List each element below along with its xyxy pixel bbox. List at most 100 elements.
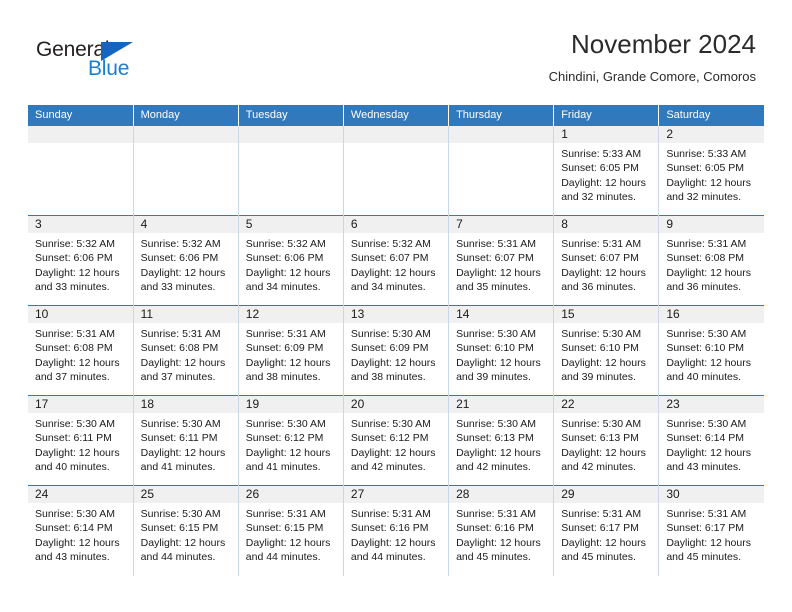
calendar-day-cell[interactable]: 2 Sunrise: 5:33 AM Sunset: 6:05 PM Daylight…: [658, 125, 764, 216]
day-number: 14: [449, 306, 554, 323]
calendar-day-cell-empty[interactable]: [343, 125, 450, 216]
calendar-day-cell[interactable]: 24 Sunrise: 5:30 AM Sunset: 6:14 PM Dayligh…: [28, 485, 134, 576]
day-number: 5: [238, 216, 343, 233]
sunset-text: Sunset: 6:13 PM: [561, 432, 639, 445]
calendar-day-cell-empty[interactable]: [28, 125, 134, 216]
calendar-day-cell[interactable]: 22 Sunrise: 5:30 AM Sunset: 6:13 PM Dayligh…: [553, 395, 660, 486]
calendar-day-cell[interactable]: 8 Sunrise: 5:31 AM Sunset: 6:07 PM Daylight…: [553, 215, 660, 306]
daylight-text: Daylight: 12 hours and 37 minutes.: [140, 356, 226, 383]
calendar-day-cell[interactable]: 16 Sunrise: 5:30 AM Sunset: 6:10 PM Dayligh…: [658, 305, 764, 396]
sunset-text: Sunset: 6:06 PM: [35, 252, 113, 265]
calendar-week-row: 3 Sunrise: 5:32 AM Sunset: 6:06 PM Daylight…: [28, 215, 764, 306]
daylight-text: Daylight: 12 hours and 36 minutes.: [666, 266, 751, 293]
weekday-header-friday: Friday: [553, 105, 660, 126]
daylight-text: Daylight: 12 hours and 35 minutes.: [456, 266, 541, 293]
calendar-day-cell[interactable]: 17 Sunrise: 5:30 AM Sunset: 6:11 PM Dayligh…: [28, 395, 134, 486]
calendar-day-cell[interactable]: 3 Sunrise: 5:32 AM Sunset: 6:06 PM Daylight…: [28, 215, 134, 306]
day-number: 21: [449, 396, 554, 413]
calendar-day-cell[interactable]: 13 Sunrise: 5:30 AM Sunset: 6:09 PM Dayligh…: [343, 305, 450, 396]
calendar-day-cell[interactable]: 7 Sunrise: 5:31 AM Sunset: 6:07 PM Daylight…: [448, 215, 555, 306]
daylight-text: Daylight: 12 hours and 36 minutes.: [561, 266, 646, 293]
day-number: 27: [343, 486, 449, 503]
calendar-day-cell[interactable]: 29 Sunrise: 5:31 AM Sunset: 6:17 PM Dayligh…: [553, 485, 660, 576]
calendar-day-cell[interactable]: 25 Sunrise: 5:30 AM Sunset: 6:15 PM Dayligh…: [133, 485, 239, 576]
day-number: 4: [133, 216, 238, 233]
calendar-day-cell-empty[interactable]: [238, 125, 344, 216]
day-details: Sunrise: 5:30 AM Sunset: 6:10 PM Daylight:…: [554, 323, 658, 384]
calendar-day-cell[interactable]: 12 Sunrise: 5:31 AM Sunset: 6:09 PM Dayligh…: [238, 305, 344, 396]
day-number: [238, 126, 343, 143]
daylight-text: Daylight: 12 hours and 44 minutes.: [350, 536, 436, 563]
daylight-text: Daylight: 12 hours and 38 minutes.: [245, 356, 331, 383]
sunset-text: Sunset: 6:16 PM: [350, 522, 429, 535]
daylight-text: Daylight: 12 hours and 34 minutes.: [350, 266, 436, 293]
day-number: 20: [343, 396, 449, 413]
day-number: 3: [28, 216, 133, 233]
calendar-day-cell-empty[interactable]: [133, 125, 239, 216]
sunrise-text: Sunrise: 5:31 AM: [666, 508, 747, 520]
calendar-day-cell[interactable]: 9 Sunrise: 5:31 AM Sunset: 6:08 PM Daylight…: [658, 215, 764, 306]
daylight-text: Daylight: 12 hours and 32 minutes.: [666, 176, 751, 203]
calendar-day-cell[interactable]: 14 Sunrise: 5:30 AM Sunset: 6:10 PM Dayligh…: [448, 305, 555, 396]
calendar-day-cell[interactable]: 5 Sunrise: 5:32 AM Sunset: 6:06 PM Daylight…: [238, 215, 344, 306]
calendar-day-cell[interactable]: 30 Sunrise: 5:31 AM Sunset: 6:17 PM Dayligh…: [658, 485, 764, 576]
daylight-text: Daylight: 12 hours and 40 minutes.: [35, 446, 120, 473]
daylight-text: Daylight: 12 hours and 41 minutes.: [245, 446, 331, 473]
calendar-day-cell[interactable]: 18 Sunrise: 5:30 AM Sunset: 6:11 PM Dayligh…: [133, 395, 239, 486]
calendar-day-cell[interactable]: 19 Sunrise: 5:30 AM Sunset: 6:12 PM Dayligh…: [238, 395, 344, 486]
calendar-day-cell[interactable]: 6 Sunrise: 5:32 AM Sunset: 6:07 PM Daylight…: [343, 215, 450, 306]
calendar-day-cell[interactable]: 4 Sunrise: 5:32 AM Sunset: 6:06 PM Daylight…: [133, 215, 239, 306]
day-number: 30: [659, 486, 764, 503]
sunrise-text: Sunrise: 5:30 AM: [140, 508, 221, 520]
calendar-day-cell[interactable]: 28 Sunrise: 5:31 AM Sunset: 6:16 PM Dayligh…: [448, 485, 555, 576]
sunset-text: Sunset: 6:11 PM: [35, 432, 112, 445]
calendar-day-cell[interactable]: 26 Sunrise: 5:31 AM Sunset: 6:15 PM Dayligh…: [238, 485, 344, 576]
day-details: Sunrise: 5:31 AM Sunset: 6:07 PM Daylight:…: [554, 233, 658, 294]
daylight-text: Daylight: 12 hours and 45 minutes.: [456, 536, 541, 563]
daylight-text: Daylight: 12 hours and 45 minutes.: [561, 536, 646, 563]
day-number: 25: [133, 486, 238, 503]
calendar-day-cell[interactable]: 21 Sunrise: 5:30 AM Sunset: 6:13 PM Dayligh…: [448, 395, 555, 486]
sunrise-text: Sunrise: 5:31 AM: [350, 508, 431, 520]
sunset-text: Sunset: 6:10 PM: [456, 342, 534, 355]
day-number: 15: [554, 306, 659, 323]
day-details: Sunrise: 5:30 AM Sunset: 6:14 PM Daylight:…: [28, 503, 133, 564]
calendar-body: 1 Sunrise: 5:33 AM Sunset: 6:05 PM Daylight…: [28, 125, 764, 576]
sunrise-text: Sunrise: 5:32 AM: [350, 238, 431, 250]
day-details: Sunrise: 5:31 AM Sunset: 6:09 PM Daylight:…: [239, 323, 343, 384]
sunrise-text: Sunrise: 5:32 AM: [35, 238, 115, 250]
calendar-day-cell[interactable]: 27 Sunrise: 5:31 AM Sunset: 6:16 PM Dayligh…: [343, 485, 450, 576]
sunset-text: Sunset: 6:08 PM: [140, 342, 219, 355]
calendar-day-cell[interactable]: 23 Sunrise: 5:30 AM Sunset: 6:14 PM Dayligh…: [658, 395, 764, 486]
sunrise-text: Sunrise: 5:31 AM: [140, 328, 221, 340]
calendar-day-cell-empty[interactable]: [448, 125, 555, 216]
sunrise-text: Sunrise: 5:30 AM: [456, 328, 537, 340]
calendar-day-cell[interactable]: 15 Sunrise: 5:30 AM Sunset: 6:10 PM Dayligh…: [553, 305, 660, 396]
day-details: Sunrise: 5:30 AM Sunset: 6:12 PM Daylight:…: [239, 413, 343, 474]
calendar-day-cell[interactable]: 11 Sunrise: 5:31 AM Sunset: 6:08 PM Dayligh…: [133, 305, 239, 396]
daylight-text: Daylight: 12 hours and 41 minutes.: [140, 446, 226, 473]
daylight-text: Daylight: 12 hours and 45 minutes.: [666, 536, 751, 563]
day-details: Sunrise: 5:30 AM Sunset: 6:11 PM Daylight:…: [28, 413, 133, 474]
sunset-text: Sunset: 6:08 PM: [35, 342, 113, 355]
day-details: Sunrise: 5:30 AM Sunset: 6:15 PM Daylight:…: [134, 503, 238, 564]
daylight-text: Daylight: 12 hours and 42 minutes.: [456, 446, 541, 473]
daylight-text: Daylight: 12 hours and 42 minutes.: [561, 446, 646, 473]
general-blue-logo[interactable]: General Blue: [36, 38, 166, 84]
sunrise-text: Sunrise: 5:31 AM: [245, 328, 326, 340]
calendar-day-cell[interactable]: 20 Sunrise: 5:30 AM Sunset: 6:12 PM Dayligh…: [343, 395, 450, 486]
day-number: 22: [554, 396, 659, 413]
day-details: Sunrise: 5:31 AM Sunset: 6:16 PM Daylight:…: [449, 503, 553, 564]
sunset-text: Sunset: 6:10 PM: [666, 342, 744, 355]
calendar-day-cell[interactable]: 1 Sunrise: 5:33 AM Sunset: 6:05 PM Daylight…: [553, 125, 660, 216]
day-details: Sunrise: 5:31 AM Sunset: 6:08 PM Daylight:…: [134, 323, 238, 384]
sunset-text: Sunset: 6:15 PM: [140, 522, 219, 535]
weekday-header-wednesday: Wednesday: [343, 105, 450, 126]
day-details: Sunrise: 5:31 AM Sunset: 6:17 PM Daylight:…: [554, 503, 658, 564]
day-number: 13: [343, 306, 449, 323]
sunrise-text: Sunrise: 5:30 AM: [561, 328, 642, 340]
sunset-text: Sunset: 6:13 PM: [456, 432, 534, 445]
calendar-header-row: Sunday Monday Tuesday Wednesday Thursday…: [28, 105, 764, 126]
calendar-day-cell[interactable]: 10 Sunrise: 5:31 AM Sunset: 6:08 PM Dayligh…: [28, 305, 134, 396]
weekday-header-saturday: Saturday: [658, 105, 764, 126]
